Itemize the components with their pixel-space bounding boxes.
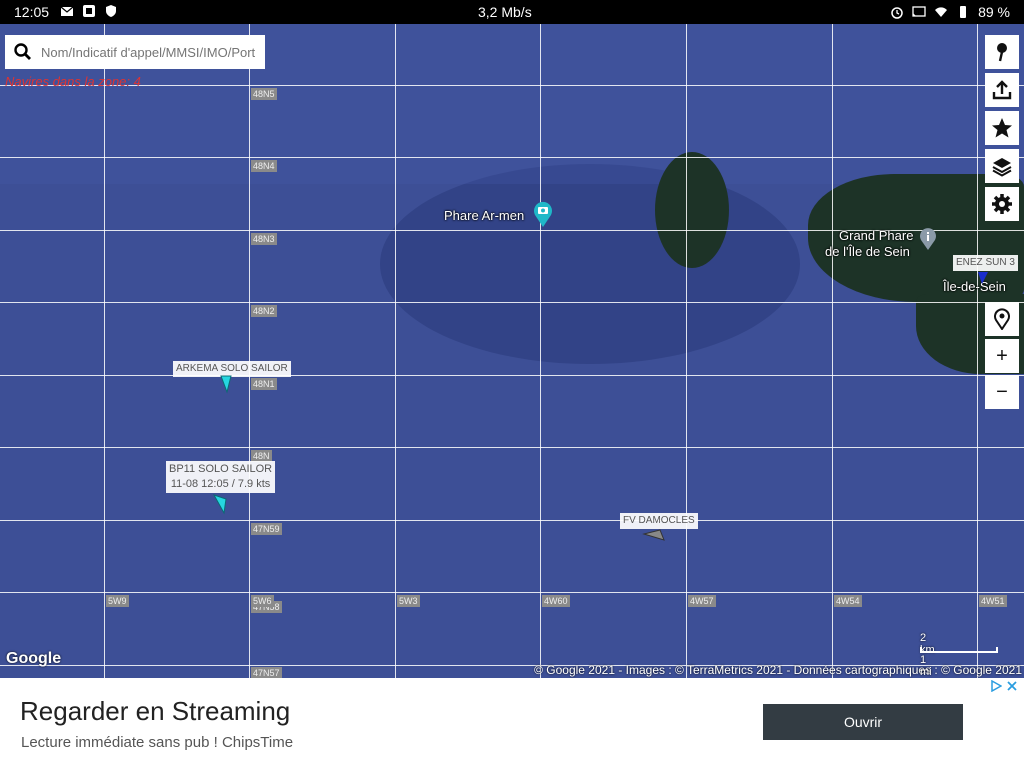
pin-icon bbox=[997, 43, 1007, 62]
ad-choices-icon[interactable] bbox=[990, 680, 1002, 692]
grid-line bbox=[395, 24, 396, 678]
star-icon bbox=[992, 118, 1012, 138]
status-bar: 12:05 3,2 Mb/s 89 % bbox=[0, 0, 1024, 24]
gear-icon bbox=[992, 194, 1012, 214]
lat-label: 48N5 bbox=[251, 88, 277, 100]
place-label-phare-ar-men[interactable]: Phare Ar-men bbox=[444, 208, 524, 223]
ad-choices[interactable] bbox=[990, 680, 1018, 692]
map-view[interactable]: 48N5 48N4 48N3 48N2 48N1 48N 47N59 47N58… bbox=[0, 24, 1024, 678]
lon-label: 4W60 bbox=[542, 595, 570, 607]
sea-shade bbox=[380, 164, 800, 364]
ship-marker-bp11[interactable] bbox=[212, 493, 228, 515]
ship-info-bp11: 11-08 12:05 / 7.9 kts bbox=[170, 478, 271, 490]
search-input[interactable] bbox=[41, 44, 263, 60]
grid-line bbox=[0, 520, 1024, 521]
ship-label-bp11[interactable]: BP11 SOLO SAILOR 11-08 12:05 / 7.9 kts bbox=[166, 461, 276, 493]
search-icon[interactable] bbox=[11, 40, 35, 64]
google-logo: Google bbox=[6, 650, 62, 667]
zoom-in-button[interactable]: + bbox=[985, 339, 1019, 373]
app-root: 12:05 3,2 Mb/s 89 % 48N5 48N4 48N3 48N2 … bbox=[0, 0, 1024, 768]
ship-marker-fv-damocles[interactable] bbox=[642, 526, 666, 542]
battery-icon bbox=[960, 6, 967, 18]
wifi-icon bbox=[935, 7, 948, 17]
ad-subtitle: Lecture immédiate sans pub ! ChipsTime bbox=[21, 734, 294, 751]
vessel-count: Navires dans la zone: 4 bbox=[5, 74, 141, 89]
place-label-grand-phare-2[interactable]: de l'Île de Sein bbox=[825, 244, 910, 259]
grid-line bbox=[0, 447, 1024, 448]
scale-mi: 1 mi bbox=[920, 654, 932, 678]
grid-line bbox=[540, 24, 541, 678]
lon-label: 4W57 bbox=[688, 595, 716, 607]
share-icon bbox=[992, 80, 1012, 100]
place-label-grand-phare[interactable]: Grand Phare bbox=[839, 228, 913, 243]
ship-label-enez-sun[interactable]: ENEZ SUN 3 bbox=[953, 255, 1018, 271]
lon-label: 5W6 bbox=[251, 595, 274, 607]
lon-label: 5W3 bbox=[397, 595, 420, 607]
grid-line bbox=[0, 157, 1024, 158]
ship-marker-arkema[interactable] bbox=[219, 374, 233, 394]
status-time: 12:05 bbox=[14, 4, 50, 20]
camera-marker-icon[interactable] bbox=[532, 200, 554, 228]
layers-button[interactable] bbox=[985, 149, 1019, 183]
lat-label: 48N1 bbox=[251, 378, 277, 390]
lon-label: 4W54 bbox=[834, 595, 862, 607]
search-bar[interactable] bbox=[5, 35, 265, 69]
zoom-out-button[interactable]: − bbox=[985, 375, 1019, 409]
network-speed: 3,2 Mb/s bbox=[478, 4, 532, 20]
info-marker-icon[interactable] bbox=[918, 227, 938, 251]
cast-icon bbox=[912, 6, 926, 17]
grid-line bbox=[249, 24, 250, 678]
ad-title[interactable]: Regarder en Streaming bbox=[20, 696, 290, 727]
layers-icon bbox=[992, 158, 1012, 177]
pin-button[interactable] bbox=[985, 35, 1019, 69]
rocks-island bbox=[655, 152, 729, 268]
grid-line bbox=[977, 24, 978, 678]
lat-label: 47N59 bbox=[251, 523, 282, 535]
grid-line bbox=[832, 24, 833, 678]
battery-level: 89 % bbox=[978, 4, 1010, 20]
grid-line bbox=[686, 24, 687, 678]
grid-line bbox=[0, 592, 1024, 593]
lat-label: 48N3 bbox=[251, 233, 277, 245]
ship-marker-enez-sun[interactable] bbox=[976, 270, 990, 286]
grid-line bbox=[0, 302, 1024, 303]
map-attribution[interactable]: © Google 2021 - Images : © TerraMetrics … bbox=[534, 663, 1022, 677]
ad-open-button[interactable]: Ouvrir bbox=[763, 704, 963, 740]
place-label-ile-de-sein[interactable]: Île-de-Sein bbox=[943, 279, 1006, 294]
close-icon[interactable] bbox=[1006, 680, 1018, 692]
location-icon bbox=[994, 308, 1010, 330]
my-location-button[interactable] bbox=[985, 302, 1019, 336]
ad-banner[interactable]: Regarder en Streaming Lecture immédiate … bbox=[0, 678, 1024, 768]
lon-label: 4W51 bbox=[979, 595, 1007, 607]
grid-line bbox=[0, 375, 1024, 376]
lat-label: 48N2 bbox=[251, 305, 277, 317]
lat-label: 48N4 bbox=[251, 160, 277, 172]
share-button[interactable] bbox=[985, 73, 1019, 107]
mail-icon bbox=[60, 6, 74, 16]
grid-line bbox=[0, 85, 1024, 86]
favorites-button[interactable] bbox=[985, 111, 1019, 145]
scale-line bbox=[920, 647, 998, 653]
alarm-icon bbox=[891, 7, 903, 19]
settings-button[interactable] bbox=[985, 187, 1019, 221]
lon-label: 5W9 bbox=[106, 595, 129, 607]
app-icon bbox=[83, 5, 95, 17]
notification-icons bbox=[60, 4, 118, 18]
system-icons: 89 % bbox=[890, 4, 1010, 20]
shield-icon bbox=[106, 5, 116, 17]
ship-name-bp11: BP11 SOLO SAILOR bbox=[169, 463, 273, 475]
lat-label: 47N57 bbox=[251, 667, 282, 678]
grid-line bbox=[104, 24, 105, 678]
